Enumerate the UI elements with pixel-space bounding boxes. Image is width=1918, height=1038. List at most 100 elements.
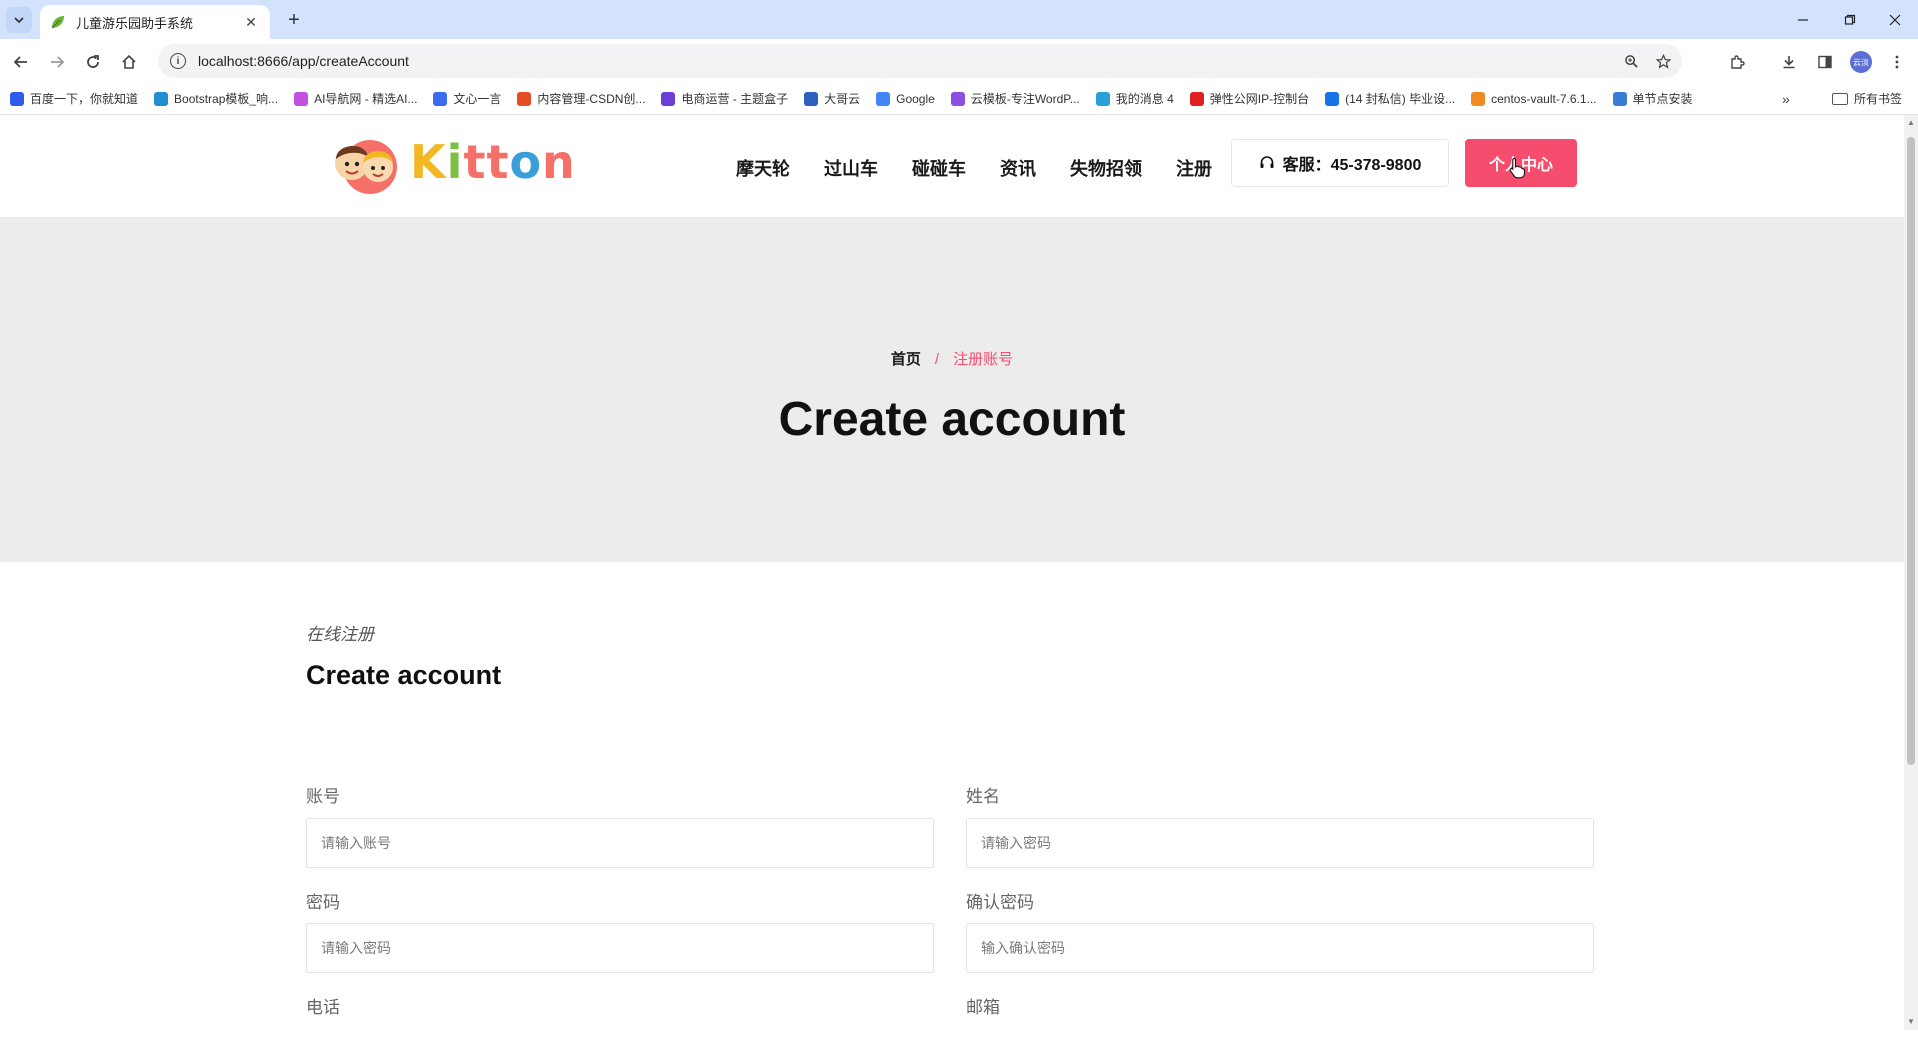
bookmark-label: Google <box>896 91 935 106</box>
bookmark-favicon-icon <box>10 91 24 106</box>
bookmark-item[interactable]: AI导航网 - 精选AI... <box>294 90 417 107</box>
address-bar[interactable]: i localhost:8666/app/createAccount <box>158 44 1682 78</box>
bookmark-label: 我的消息 4 <box>1115 92 1174 106</box>
browser-toolbar: i localhost:8666/app/createAccount 云淡 <box>0 39 1918 83</box>
scroll-up-icon[interactable]: ▲ <box>1906 118 1916 128</box>
bookmark-favicon-icon <box>876 91 891 106</box>
bookmark-favicon-icon <box>517 91 532 106</box>
home-icon <box>122 54 136 69</box>
customer-service-phone[interactable]: 客服：45-378-9800 <box>1231 139 1449 187</box>
bookmark-favicon-icon <box>950 91 965 106</box>
page-title: Create account <box>778 393 1126 446</box>
forward-button[interactable] <box>44 49 70 75</box>
bookmark-item[interactable]: 百度一下，你就知道 <box>10 90 138 107</box>
phone-text: 客服：45-378-9800 <box>1282 157 1422 174</box>
bookmark-label: 云模板-专注WordP... <box>970 92 1080 106</box>
email-label: 邮箱 <box>966 998 1000 1017</box>
bookmark-favicon-icon <box>1612 91 1627 106</box>
logo-letter: n <box>542 135 576 189</box>
browser-tab-active[interactable]: 儿童游乐园助手系统 ✕ <box>40 5 270 39</box>
bookmarks-overflow-icon[interactable]: » <box>1782 91 1790 107</box>
bookmark-item[interactable]: 文心一言 <box>433 90 501 107</box>
bookmarks-bar: 百度一下，你就知道 Bootstrap模板_响... AI导航网 - 精选AI...… <box>0 83 1918 115</box>
bookmark-item[interactable]: 云模板-专注WordP... <box>950 90 1080 107</box>
breadcrumb-current: 注册账号 <box>953 351 1014 368</box>
side-panel-icon <box>1818 55 1832 69</box>
zoom-icon[interactable] <box>1618 48 1644 74</box>
bookmark-label: 百度一下，你就知道 <box>30 92 139 106</box>
bookmark-item[interactable]: (14 封私信) 毕业设... <box>1325 90 1455 107</box>
bookmark-label: 弹性公网IP-控制台 <box>1209 92 1310 106</box>
tab-search-button[interactable] <box>6 7 32 33</box>
name-input[interactable] <box>966 818 1594 868</box>
bookmark-label: 单节点安装 <box>1632 92 1693 106</box>
bookmark-item[interactable]: Google <box>876 91 935 106</box>
profile-avatar[interactable]: 云淡 <box>1850 51 1872 73</box>
headset-icon <box>1260 156 1274 168</box>
bookmark-favicon-icon <box>1325 91 1340 106</box>
bookmark-item[interactable]: 我的消息 4 <box>1095 90 1174 107</box>
confirm-password-input[interactable] <box>966 923 1594 973</box>
bookmark-item[interactable]: 大哥云 <box>804 90 860 107</box>
logo-letter: i <box>446 135 464 189</box>
reload-button[interactable] <box>80 49 106 75</box>
arrow-right-icon <box>51 56 65 68</box>
side-panel-button[interactable] <box>1812 49 1838 75</box>
close-icon[interactable]: ✕ <box>242 14 260 31</box>
browser-menu-button[interactable] <box>1884 49 1910 75</box>
leaf-icon <box>51 16 64 29</box>
scroll-down-icon[interactable]: ▼ <box>1906 1017 1916 1027</box>
logo-letter: o <box>509 135 543 189</box>
page-scrollbar[interactable]: ▲ ▼ <box>1904 115 1918 1030</box>
bookmark-label: Bootstrap模板_响... <box>174 92 279 106</box>
breadcrumb-separator: / <box>934 351 940 368</box>
nav-item-news[interactable]: 资讯 <box>1000 155 1036 181</box>
bookmark-item[interactable]: centos-vault-7.6.1... <box>1471 91 1597 106</box>
nav-item-bumper-cars[interactable]: 碰碰车 <box>912 155 966 181</box>
tab-strip: 儿童游乐园助手系统 ✕ + <box>0 0 1918 39</box>
site-logo[interactable]: Kitton <box>326 129 576 195</box>
restore-icon <box>1844 14 1856 25</box>
restore-button[interactable] <box>1827 8 1873 32</box>
bookmark-label: (14 封私信) 毕业设... <box>1345 92 1456 106</box>
bookmark-item[interactable]: 电商运营 - 主题盒子 <box>661 90 788 107</box>
breadcrumb: 首页 / 注册账号 <box>0 348 1904 369</box>
new-tab-button[interactable]: + <box>282 8 306 32</box>
home-button[interactable] <box>116 49 142 75</box>
chevron-down-icon <box>14 17 24 24</box>
password-label: 密码 <box>306 893 340 912</box>
page-banner: 首页 / 注册账号 Create account <box>0 217 1904 562</box>
bookmark-item[interactable]: 弹性公网IP-控制台 <box>1189 90 1310 107</box>
bookmark-favicon-icon <box>1471 91 1486 106</box>
bookmark-item[interactable]: 内容管理-CSDN创... <box>517 90 645 107</box>
account-label: 账号 <box>306 787 340 806</box>
all-bookmarks-folder[interactable]: 所有书签 <box>1832 90 1902 107</box>
arrow-left-icon <box>13 56 27 68</box>
breadcrumb-home[interactable]: 首页 <box>891 351 921 368</box>
main-nav: 摩天轮 过山车 碰碰车 资讯 失物招领 注册 <box>736 155 1246 181</box>
window-close-button[interactable] <box>1872 8 1918 32</box>
bookmark-star-icon[interactable] <box>1650 48 1676 74</box>
url-text[interactable]: localhost:8666/app/createAccount <box>198 53 1618 69</box>
minimize-button[interactable] <box>1780 8 1826 32</box>
puzzle-icon <box>1731 55 1745 69</box>
back-button[interactable] <box>8 49 34 75</box>
password-input[interactable] <box>306 923 934 973</box>
nav-item-register[interactable]: 注册 <box>1176 155 1212 181</box>
tab-title: 儿童游乐园助手系统 <box>76 15 194 31</box>
extensions-button[interactable] <box>1724 49 1750 75</box>
download-icon <box>1783 56 1795 69</box>
bookmark-item[interactable]: Bootstrap模板_响... <box>154 90 278 107</box>
downloads-button[interactable] <box>1776 49 1802 75</box>
bookmark-item[interactable]: 单节点安装 <box>1612 90 1693 107</box>
account-input[interactable] <box>306 818 934 868</box>
nav-item-roller-coaster[interactable]: 过山车 <box>824 155 878 181</box>
nav-item-lost-and-found[interactable]: 失物招领 <box>1070 155 1142 181</box>
scroll-thumb[interactable] <box>1907 137 1915 765</box>
page-viewport: Kitton 摩天轮 过山车 碰碰车 资讯 失物招领 注册 客服：45-378-… <box>0 115 1904 1030</box>
logo-wordmark: Kitton <box>410 135 576 189</box>
logo-letter: K <box>410 135 447 189</box>
form-subtitle: 在线注册 <box>306 625 374 644</box>
info-icon[interactable]: i <box>170 53 186 69</box>
nav-item-ferris-wheel[interactable]: 摩天轮 <box>736 155 790 181</box>
